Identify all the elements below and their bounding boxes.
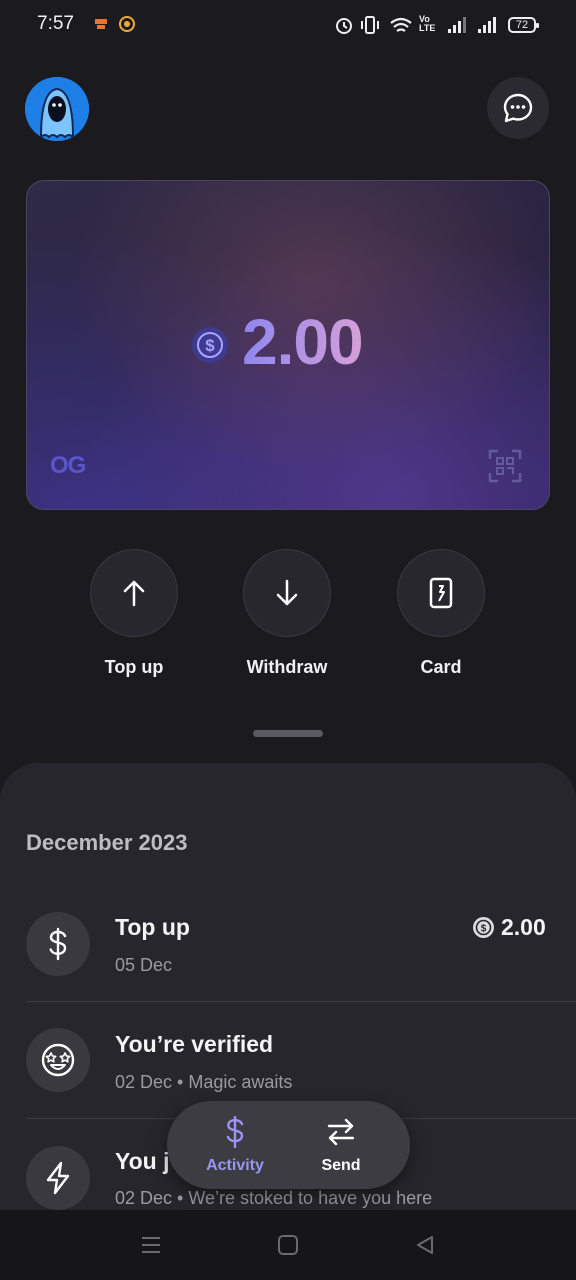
activity-title[interactable]: Top up [115, 914, 190, 941]
recents-menu-icon[interactable] [140, 1234, 162, 1256]
avatar[interactable] [25, 77, 89, 141]
withdraw-button[interactable] [243, 549, 331, 637]
divider [26, 1001, 576, 1002]
home-icon[interactable] [277, 1234, 299, 1256]
top-up-label[interactable]: Top up [54, 657, 214, 678]
activity-title[interactable]: You j [115, 1148, 170, 1175]
dollar-icon-badge [26, 912, 90, 976]
activity-subtitle: 05 Dec [115, 955, 173, 975]
activity-title[interactable]: You’re verified [115, 1031, 273, 1058]
status-bar: 7:57 Vo LTE 72 [0, 0, 576, 52]
tab-activity-label: Activity [206, 1157, 264, 1174]
alarm-icon [336, 18, 352, 34]
tab-activity[interactable]: Activity [180, 1115, 290, 1175]
verified-icon-badge [26, 1028, 90, 1092]
app-notification-icon [95, 19, 107, 29]
status-time: 7:57 [37, 13, 74, 34]
back-icon[interactable] [414, 1234, 436, 1256]
card-icon [429, 577, 453, 609]
vibrate-icon [361, 16, 379, 34]
top-up-button[interactable] [90, 549, 178, 637]
star-eyes-face-icon [41, 1043, 75, 1077]
sheet-drag-handle[interactable] [253, 730, 323, 737]
ghost-avatar-icon [25, 77, 89, 141]
withdraw-label[interactable]: Withdraw [207, 657, 367, 678]
app-notification-icon [119, 16, 135, 32]
tab-send-label: Send [321, 1157, 361, 1174]
balance-amount: 2.00 [242, 306, 364, 378]
activity-subtitle: 02 Dec • Magic awaits [115, 1072, 293, 1092]
network-type-label: Vo LTE [419, 14, 436, 33]
signal-icon [448, 17, 466, 33]
arrow-down-icon [276, 579, 298, 606]
welcome-icon-badge [26, 1146, 90, 1210]
usdc-coin-icon: $ [192, 327, 228, 363]
brand-logo: OG [50, 452, 86, 479]
usdc-coin-icon: $ [473, 917, 494, 938]
svg-text:$: $ [481, 924, 487, 935]
svg-text:$: $ [205, 336, 215, 355]
card-button[interactable] [397, 549, 485, 637]
lightning-icon [46, 1161, 70, 1195]
card-label[interactable]: Card [361, 657, 521, 678]
signal-icon [478, 17, 496, 33]
activity-amount-value: 2.00 [501, 914, 546, 940]
month-heading: December 2023 [26, 830, 188, 855]
activity-amount: $ 2.00 [472, 914, 546, 941]
chat-bubble-icon [503, 93, 533, 123]
system-nav-bar [0, 1210, 576, 1280]
swap-arrows-icon [327, 1118, 355, 1146]
dollar-icon [226, 1115, 244, 1149]
arrow-up-icon [123, 580, 145, 607]
activity-subtitle: 02 Dec • We’re stoked to have you here [115, 1188, 433, 1208]
battery-indicator: 72 [508, 17, 539, 33]
qr-scan-icon[interactable] [488, 449, 522, 483]
dollar-icon [49, 927, 67, 961]
chat-button[interactable] [487, 77, 549, 139]
tab-send[interactable]: Send [286, 1116, 396, 1175]
wifi-icon [390, 17, 412, 32]
